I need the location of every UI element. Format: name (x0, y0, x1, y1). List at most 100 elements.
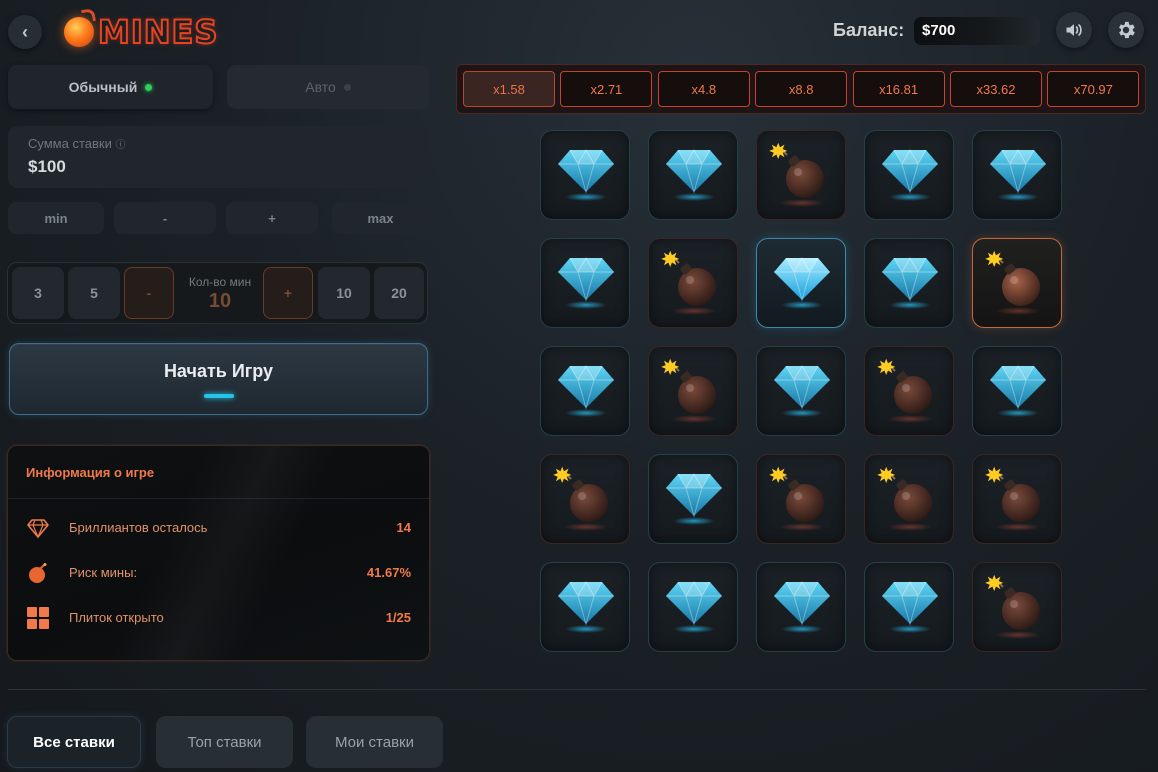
info-icon: ⓘ (115, 140, 126, 151)
tab-top-bets[interactable]: Топ ставки (156, 716, 293, 768)
grid-tile[interactable] (864, 454, 954, 544)
mines-preset-20[interactable]: 20 (374, 267, 424, 319)
info-risk-label: Риск мины: (69, 565, 138, 580)
tab-my-bets[interactable]: Мои ставки (306, 716, 443, 768)
fireball-icon (64, 17, 94, 47)
bet-amount-label: Сумма ставки (28, 136, 112, 151)
multiplier-6: x33.62 (950, 71, 1042, 107)
bet-increase-button[interactable]: + (226, 202, 318, 234)
balance-value: $700 (914, 17, 1040, 45)
bomb-icon (553, 466, 608, 522)
multiplier-bar: x1.58 x2.71 x4.8 x8.8 x16.81 x33.62 x70.97 (456, 64, 1146, 114)
grid-icon (27, 607, 49, 629)
diamond-icon (774, 580, 830, 626)
grid-tile[interactable] (756, 130, 846, 220)
grid-tile[interactable] (540, 454, 630, 544)
bomb-icon (29, 563, 47, 583)
grid-tile[interactable] (972, 346, 1062, 436)
tab-normal[interactable]: Обычный (8, 65, 213, 109)
grid-tile[interactable] (864, 130, 954, 220)
bomb-icon (769, 142, 824, 198)
grid-tile[interactable] (648, 454, 738, 544)
bet-min-button[interactable]: min (8, 202, 104, 234)
active-dot-icon (145, 83, 153, 91)
diamond-icon (666, 472, 722, 518)
diamond-icon (27, 519, 49, 539)
grid-tile[interactable] (540, 346, 630, 436)
grid-tile[interactable] (756, 346, 846, 436)
mines-preset-10[interactable]: 10 (318, 267, 370, 319)
bomb-icon (661, 358, 716, 414)
bomb-icon (877, 466, 932, 522)
settings-button[interactable] (1108, 12, 1144, 48)
diamond-icon (882, 256, 938, 302)
multiplier-5: x16.81 (852, 71, 945, 107)
grid-tile[interactable] (648, 238, 738, 328)
grid-tile[interactable] (648, 130, 738, 220)
grid-tile[interactable] (540, 562, 630, 652)
tab-auto[interactable]: Авто (227, 65, 429, 109)
grid-tile[interactable] (756, 562, 846, 652)
gear-icon (1119, 21, 1135, 39)
info-risk-value: 41.67% (366, 565, 411, 580)
mines-count-selector: 3 5 - Кол-во мин 10 + 10 20 (7, 262, 428, 324)
info-tiles-label: Плиток открыто (69, 610, 164, 625)
info-tiles-value: 1/25 (385, 610, 411, 625)
mines-preset-5[interactable]: 5 (68, 267, 120, 319)
start-game-label: Начать Игру (163, 360, 274, 381)
tab-auto-label: Авто (305, 79, 336, 95)
grid-tile[interactable] (972, 562, 1062, 652)
bet-amount-field[interactable]: Сумма ставки ⓘ $100 (8, 126, 429, 188)
mines-preset-3[interactable]: 3 (12, 267, 64, 319)
info-diamonds-value: 14 (396, 520, 411, 535)
grid-tile[interactable] (972, 454, 1062, 544)
divider (8, 498, 429, 499)
multiplier-1: x1.58 (463, 71, 555, 107)
diamond-icon (558, 148, 614, 194)
diamond-icon (990, 364, 1046, 410)
logo-text: MINES (97, 12, 219, 52)
multiplier-7: x70.97 (1047, 71, 1140, 107)
grid-tile[interactable] (972, 238, 1062, 328)
grid-tile[interactable] (756, 454, 846, 544)
start-game-button[interactable]: Начать Игру (9, 343, 428, 415)
grid-tile[interactable] (648, 562, 738, 652)
bet-decrease-button[interactable]: - (114, 202, 216, 234)
mines-increase-button[interactable]: + (263, 267, 313, 319)
diamond-icon (666, 580, 722, 626)
bomb-icon (985, 466, 1040, 522)
mines-count-value: 10 (208, 290, 232, 312)
sound-button[interactable] (1056, 12, 1092, 48)
grid-tile[interactable] (972, 130, 1062, 220)
info-diamonds-label: Бриллиантов осталось (69, 520, 208, 535)
inactive-dot-icon (343, 83, 351, 91)
grid-tile[interactable] (648, 346, 738, 436)
grid-tile[interactable] (864, 346, 954, 436)
grid-tile[interactable] (864, 238, 954, 328)
grid-tile[interactable] (540, 130, 630, 220)
mines-decrease-button[interactable]: - (124, 267, 174, 319)
mines-count-label: Кол-во мин (188, 275, 252, 289)
game-info-title: Информация о игре (26, 465, 155, 480)
grid-tile[interactable] (540, 238, 630, 328)
balance-label: Баланс: (833, 20, 905, 40)
info-row-tiles: Плиток открыто 1/25 (8, 606, 429, 630)
diamond-icon (990, 148, 1046, 194)
bet-amount-value: $100 (28, 157, 66, 176)
multiplier-4: x8.8 (755, 71, 848, 107)
bet-max-button[interactable]: max (332, 202, 429, 234)
tab-all-bets[interactable]: Все ставки (7, 716, 141, 768)
diamond-icon (882, 580, 938, 626)
tab-normal-label: Обычный (68, 79, 138, 95)
game-info-panel: Информация о игре Бриллиантов осталось 1… (7, 445, 430, 661)
diamond-icon (558, 256, 614, 302)
start-indicator-bar (203, 393, 234, 398)
bomb-icon (769, 466, 824, 522)
diamond-icon (882, 148, 938, 194)
back-button[interactable]: ‹ (8, 15, 42, 49)
grid-tile[interactable] (756, 238, 846, 328)
chevron-left-icon: ‹ (22, 21, 28, 42)
divider (8, 689, 1146, 690)
grid-tile[interactable] (864, 562, 954, 652)
multiplier-2: x2.71 (560, 71, 653, 107)
